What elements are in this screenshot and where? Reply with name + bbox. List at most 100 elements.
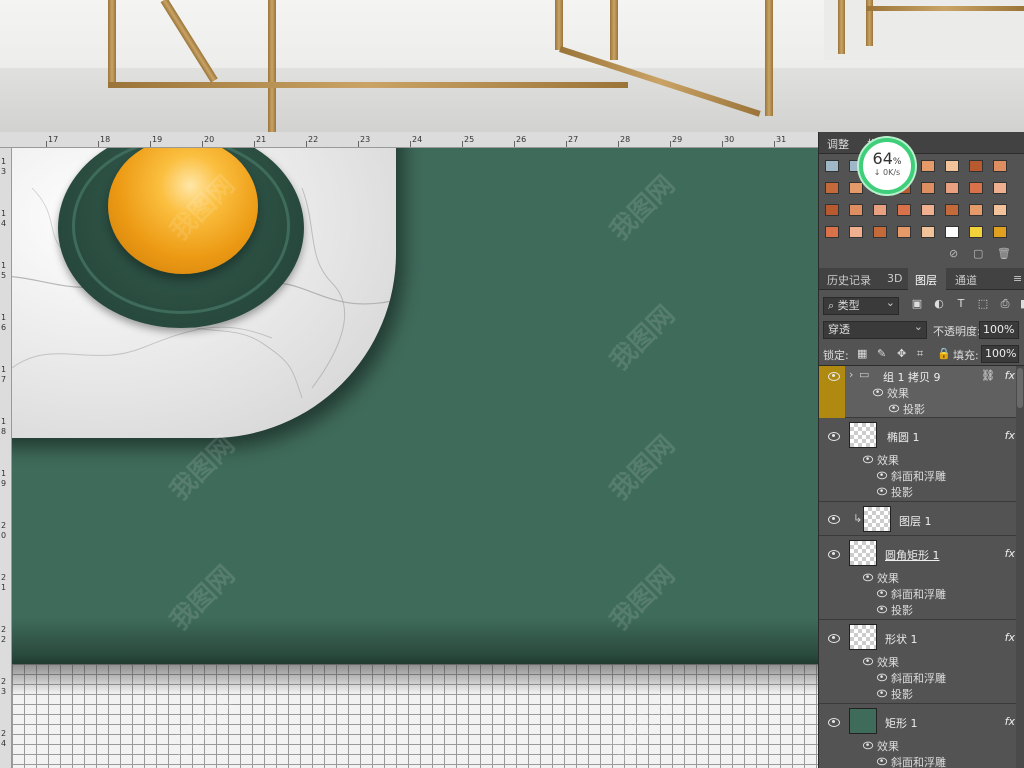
- panel-menu-icon[interactable]: ≡: [1013, 272, 1022, 285]
- style-swatch[interactable]: [897, 226, 911, 238]
- style-swatch[interactable]: [921, 204, 935, 216]
- effect-eye-icon[interactable]: [876, 689, 888, 698]
- lock-all-icon[interactable]: 🔒: [937, 347, 951, 360]
- fx-icon[interactable]: fx: [1005, 429, 1015, 442]
- tab-history[interactable]: 历史记录: [827, 272, 871, 288]
- effect-eye-icon[interactable]: [876, 471, 888, 480]
- style-swatch[interactable]: [921, 160, 935, 172]
- style-swatch[interactable]: [849, 226, 863, 238]
- style-swatch[interactable]: [825, 160, 839, 172]
- style-swatch[interactable]: [849, 204, 863, 216]
- scrollbar-thumb[interactable]: [1017, 368, 1023, 408]
- style-swatch[interactable]: [945, 160, 959, 172]
- layer-row-rect[interactable]: 矩形 1 fx 效果 斜面和浮雕: [819, 704, 1024, 768]
- speed-badge: 64% ↓ 0K/s: [859, 138, 915, 194]
- style-swatch[interactable]: [945, 204, 959, 216]
- tab-adjustments[interactable]: 调整: [827, 136, 849, 152]
- layer-name[interactable]: 形状 1: [885, 631, 918, 647]
- fx-icon[interactable]: fx: [1005, 715, 1015, 728]
- layer-row-pixel[interactable]: ↳ 图层 1: [819, 502, 1024, 536]
- lock-position-icon[interactable]: ✥: [897, 347, 906, 360]
- new-style-icon[interactable]: ▢: [973, 247, 983, 260]
- visibility-eye-icon[interactable]: [827, 431, 841, 441]
- fill-field[interactable]: 100%: [981, 345, 1019, 363]
- style-swatch[interactable]: [993, 226, 1007, 238]
- filter-smart-object-icon[interactable]: ⎙: [999, 298, 1011, 310]
- style-swatch[interactable]: [945, 226, 959, 238]
- style-swatch[interactable]: [993, 204, 1007, 216]
- horizontal-ruler[interactable]: 17 18 19 20 21 22 23 24 25 26 27 28 29 30 31: [0, 132, 818, 148]
- layer-name[interactable]: 矩形 1: [885, 715, 918, 731]
- style-swatch[interactable]: [897, 204, 911, 216]
- filter-toggle-icon[interactable]: ▮: [1017, 298, 1024, 310]
- expand-chevron-icon[interactable]: ›: [849, 368, 853, 381]
- lock-artboard-icon[interactable]: ⌗: [917, 347, 923, 361]
- layer-row-shape[interactable]: 形状 1 fx 效果 斜面和浮雕 投影: [819, 620, 1024, 704]
- layer-name[interactable]: 图层 1: [899, 513, 932, 529]
- effect-eye-icon[interactable]: [876, 605, 888, 614]
- filter-kind-select[interactable]: ⌕ 类型: [823, 295, 899, 315]
- layer-name[interactable]: 组 1 拷贝 9: [883, 369, 941, 385]
- style-swatch[interactable]: [921, 226, 935, 238]
- vertical-ruler[interactable]: 131415161718192021222324: [0, 148, 12, 768]
- tab-layers[interactable]: 图层: [915, 272, 937, 288]
- visibility-eye-icon[interactable]: [827, 633, 841, 643]
- effect-eye-icon[interactable]: [876, 757, 888, 766]
- lock-image-icon[interactable]: ✎: [877, 347, 886, 360]
- filter-type-icon[interactable]: T: [955, 298, 967, 310]
- visibility-eye-icon[interactable]: [827, 371, 841, 381]
- badge-speed: ↓ 0K/s: [863, 168, 911, 177]
- style-swatch[interactable]: [993, 182, 1007, 194]
- effects-eye-icon[interactable]: [872, 388, 884, 397]
- effects-eye-icon[interactable]: [862, 455, 874, 464]
- layer-row-rounded-rect[interactable]: 圆角矩形 1 fx 效果 斜面和浮雕 投影: [819, 536, 1024, 620]
- layers-list: › ▭ 组 1 拷贝 9 ⛓ fx 效果 投影 椭圆 1 fx 效果 斜面和浮雕: [819, 366, 1024, 768]
- effects-eye-icon[interactable]: [862, 573, 874, 582]
- clear-style-icon[interactable]: ⊘: [949, 247, 958, 260]
- fx-icon[interactable]: fx: [1005, 631, 1015, 644]
- style-swatch[interactable]: [993, 160, 1007, 172]
- tab-channels[interactable]: 通道: [955, 272, 977, 288]
- style-swatch[interactable]: [873, 226, 887, 238]
- effects-eye-icon[interactable]: [862, 657, 874, 666]
- delete-style-icon[interactable]: 🗑: [997, 247, 1011, 260]
- layer-row-ellipse[interactable]: 椭圆 1 fx 效果 斜面和浮雕 投影: [819, 418, 1024, 502]
- filter-adjustment-icon[interactable]: ◐: [933, 298, 945, 310]
- style-swatch[interactable]: [825, 182, 839, 194]
- fx-icon[interactable]: fx: [1005, 547, 1015, 560]
- layers-scrollbar[interactable]: [1016, 366, 1024, 768]
- effects-eye-icon[interactable]: [862, 741, 874, 750]
- lock-transparent-icon[interactable]: ▦: [857, 347, 867, 360]
- blend-mode-select[interactable]: 穿透: [823, 319, 927, 339]
- style-swatch[interactable]: [873, 204, 887, 216]
- ruler-tick: [410, 141, 411, 147]
- effect-eye-icon[interactable]: [876, 589, 888, 598]
- filter-pixel-icon[interactable]: ▣: [911, 298, 923, 310]
- document-canvas[interactable]: 我图网 我图网 我图网 我图网 我图网 我图网 我图网 我图网 我图网: [12, 148, 818, 768]
- fx-icon[interactable]: fx: [1005, 369, 1015, 382]
- style-swatch[interactable]: [825, 204, 839, 216]
- effect-eye-icon[interactable]: [888, 404, 900, 413]
- style-swatch[interactable]: [969, 204, 983, 216]
- style-swatch[interactable]: [969, 160, 983, 172]
- effect-eye-icon[interactable]: [876, 673, 888, 682]
- style-swatch[interactable]: [945, 182, 959, 194]
- visibility-eye-icon[interactable]: [827, 549, 841, 559]
- filter-kind-value: 类型: [837, 299, 860, 312]
- effects-label: 效果: [877, 454, 899, 467]
- tab-3d[interactable]: 3D: [887, 272, 902, 285]
- visibility-eye-icon[interactable]: [827, 514, 841, 524]
- style-swatch[interactable]: [969, 226, 983, 238]
- style-swatch[interactable]: [969, 182, 983, 194]
- style-swatch[interactable]: [849, 182, 863, 194]
- ruler-label: 0: [1, 531, 7, 540]
- style-swatch[interactable]: [921, 182, 935, 194]
- layer-name[interactable]: 椭圆 1: [887, 429, 920, 445]
- effect-eye-icon[interactable]: [876, 487, 888, 496]
- layer-row-group[interactable]: › ▭ 组 1 拷贝 9 ⛓ fx 效果 投影: [819, 366, 1024, 418]
- opacity-field[interactable]: 100%: [979, 321, 1019, 339]
- visibility-eye-icon[interactable]: [827, 717, 841, 727]
- filter-shape-icon[interactable]: ⬚: [977, 298, 989, 310]
- style-swatch[interactable]: [825, 226, 839, 238]
- layer-name[interactable]: 圆角矩形 1: [885, 547, 940, 563]
